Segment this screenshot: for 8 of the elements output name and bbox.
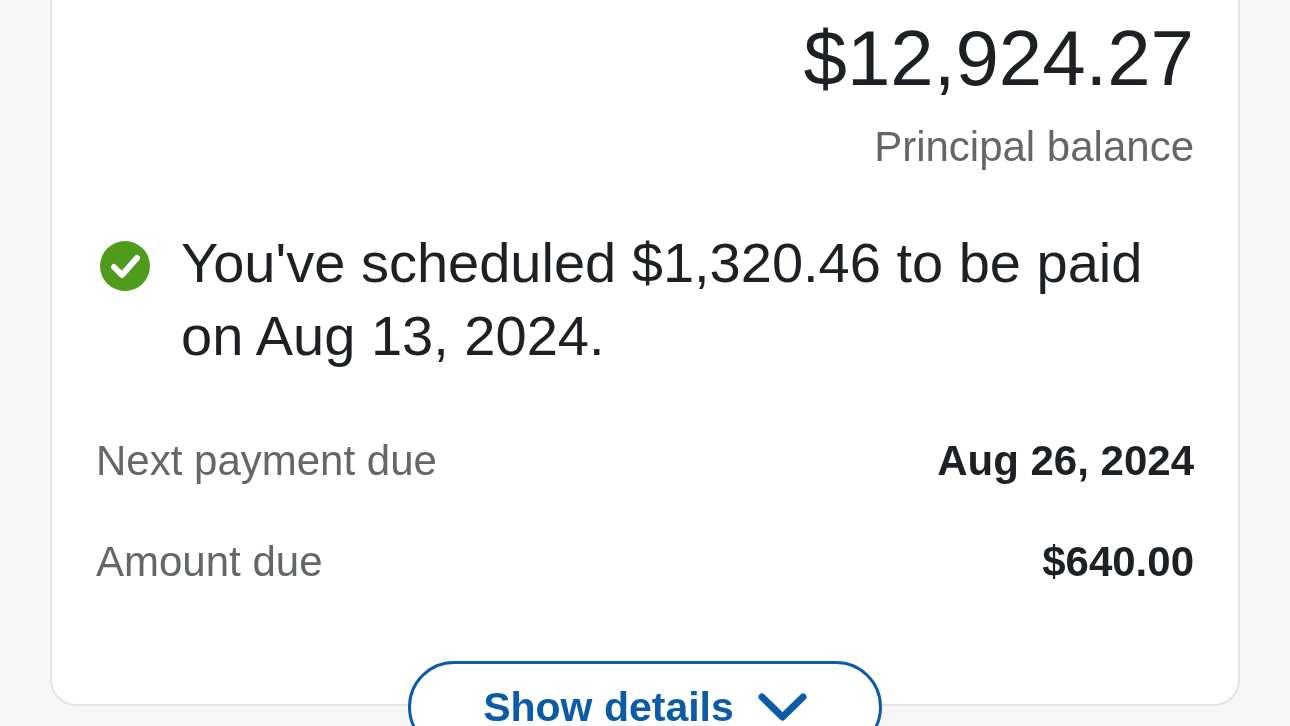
balance-label: Principal balance [874, 122, 1194, 172]
detail-label: Amount due [96, 537, 323, 587]
balance-amount: $12,924.27 [803, 13, 1194, 103]
detail-value: $640.00 [1042, 537, 1194, 587]
show-details-button[interactable]: Show details [408, 661, 882, 726]
detail-value: Aug 26, 2024 [937, 436, 1194, 486]
payment-scheduled-message: You've scheduled $1,320.46 to be paid on Aug 13, 2024. [181, 230, 1144, 369]
detail-label: Next payment due [96, 436, 437, 486]
